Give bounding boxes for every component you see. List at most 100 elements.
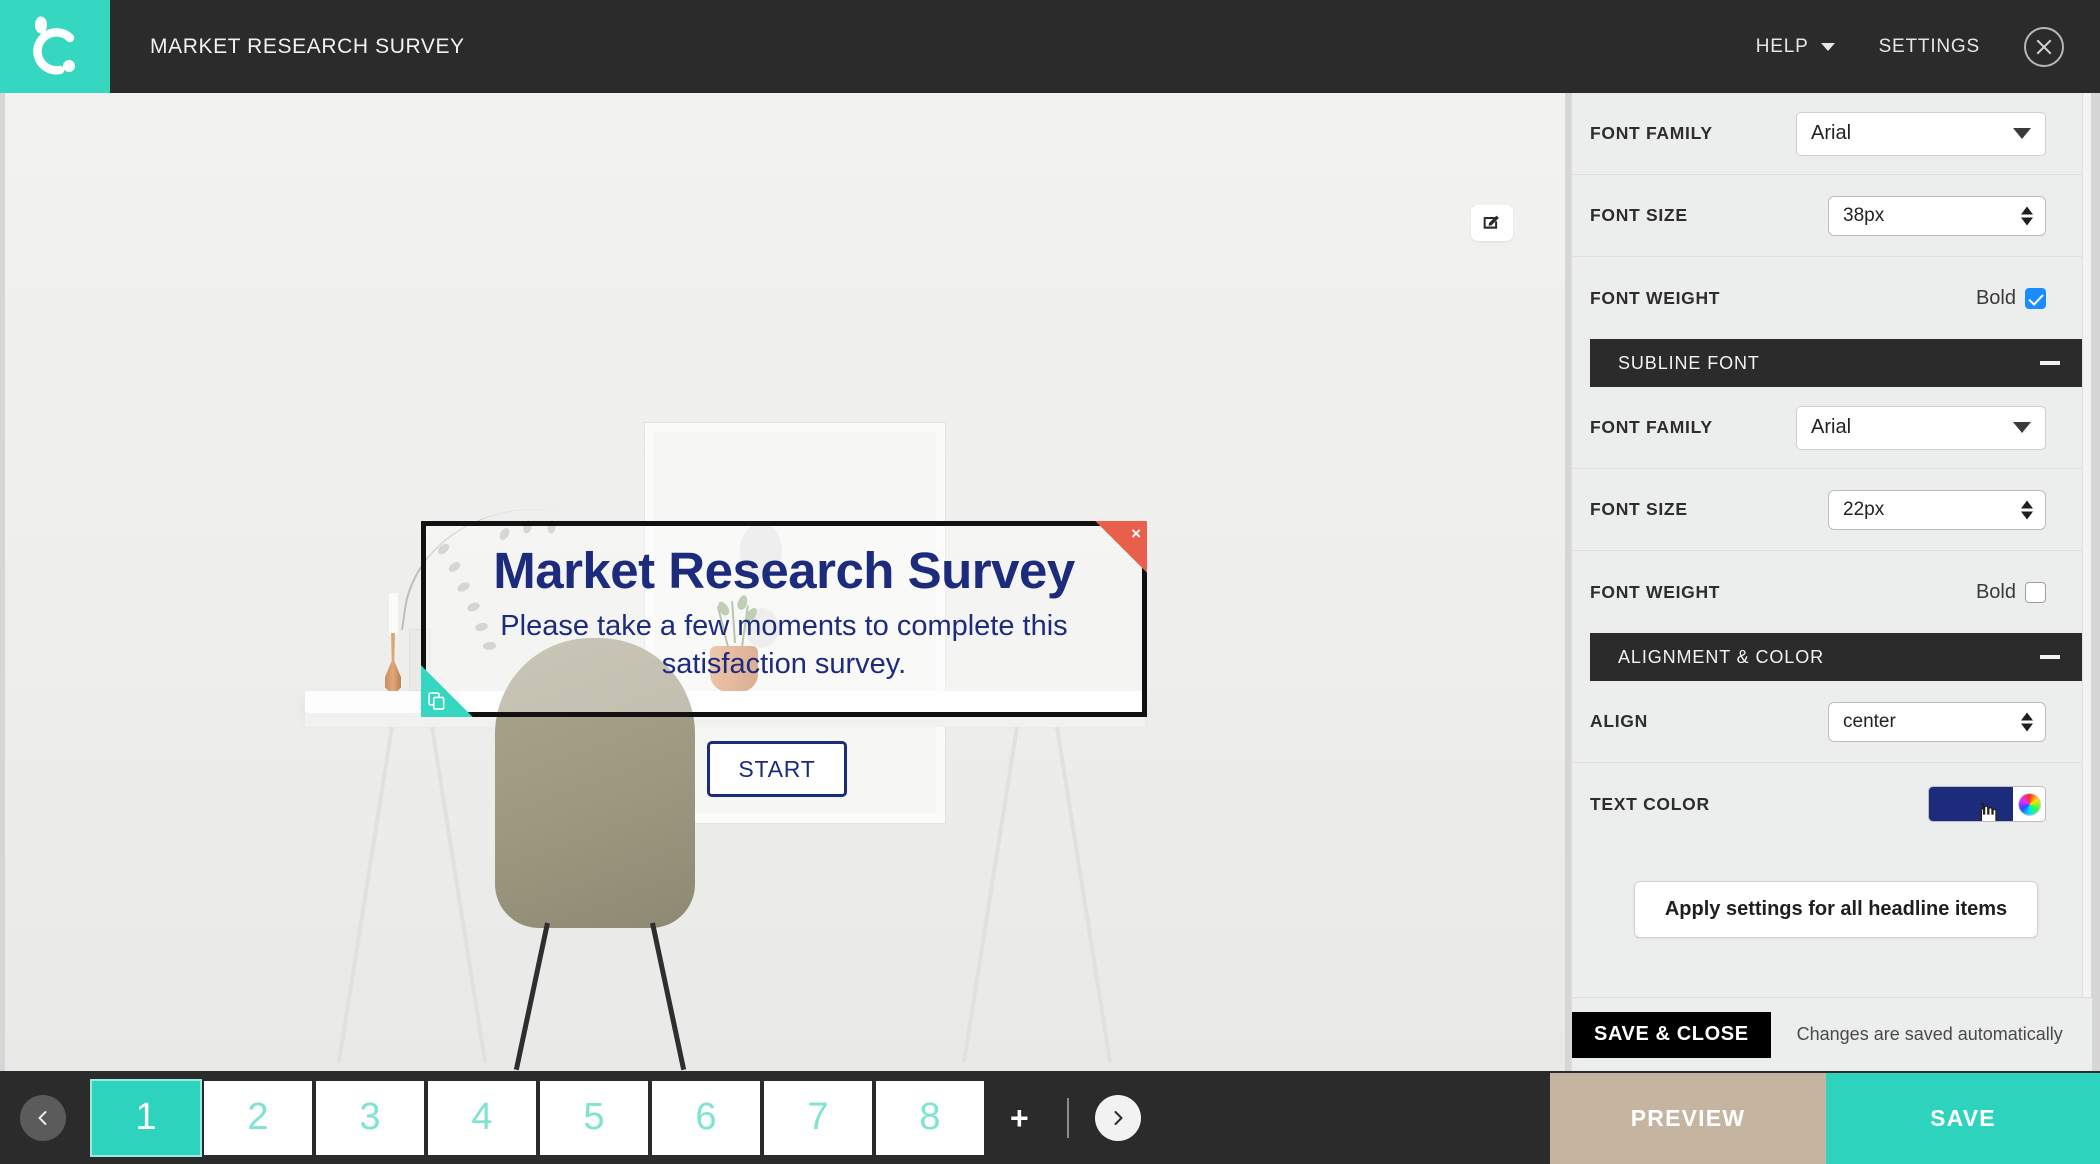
top-bar: MARKET RESEARCH SURVEY HELP SETTINGS — [0, 0, 2100, 93]
page-tile-2[interactable]: 2 — [204, 1080, 312, 1155]
chevron-down-icon — [2013, 422, 2031, 433]
headline-font-size-stepper[interactable]: 38px — [1828, 195, 2046, 236]
bold-label: Bold — [1975, 580, 2016, 603]
headline-text: Market Research Survey — [493, 542, 1075, 599]
close-icon: × — [1131, 524, 1141, 543]
color-wheel-icon — [2017, 792, 2041, 816]
edit-pencil-icon — [1483, 215, 1499, 229]
label-font-weight: FONT WEIGHT — [1590, 581, 1721, 602]
desk-leg — [1055, 726, 1113, 1064]
add-page-button[interactable]: + — [1010, 1102, 1029, 1134]
collapse-minus-icon[interactable] — [2040, 655, 2060, 659]
start-button[interactable]: START — [707, 741, 847, 797]
save-and-close-button[interactable]: SAVE & CLOSE — [1572, 1011, 1771, 1058]
desk-leg — [336, 726, 394, 1064]
close-icon[interactable] — [2024, 26, 2064, 67]
preview-button[interactable]: PREVIEW — [1550, 1073, 1826, 1164]
subline-bold-toggle[interactable]: Bold — [1976, 581, 2046, 604]
bold-checkbox[interactable] — [2025, 287, 2046, 309]
bold-checkbox[interactable] — [2025, 581, 2046, 603]
candle — [389, 593, 398, 635]
bold-label: Bold — [1975, 286, 2016, 309]
duplicate-block-button[interactable] — [421, 665, 473, 717]
align-value: center — [1843, 710, 1896, 732]
page-tile-4[interactable]: 4 — [428, 1080, 536, 1155]
row-subline-font-weight: FONT WEIGHT Bold — [1572, 551, 2082, 633]
help-label: HELP — [1755, 35, 1809, 57]
row-headline-font-family: FONT FAMILY Arial — [1572, 93, 2082, 175]
duplicate-icon — [428, 692, 445, 710]
page-title: MARKET RESEARCH SURVEY — [150, 34, 465, 58]
text-color-swatch[interactable] — [1929, 787, 2013, 821]
color-wheel-button[interactable] — [2013, 787, 2045, 821]
section-alignment-color-header[interactable]: ALIGNMENT & COLOR — [1590, 633, 2082, 681]
next-pages-button[interactable] — [1094, 1094, 1141, 1141]
label-font-size: FONT SIZE — [1590, 499, 1688, 519]
page-tile-3[interactable]: 3 — [316, 1080, 424, 1155]
row-headline-font-size: FONT SIZE 38px — [1572, 175, 2082, 257]
subline-text: Please take a few moments to complete th… — [500, 610, 1068, 680]
stepper-arrows-icon[interactable] — [2021, 206, 2033, 225]
chair-leg — [513, 922, 550, 1071]
desk-leg — [961, 726, 1019, 1064]
desk-leg — [430, 726, 488, 1064]
chevron-left-icon — [38, 1110, 47, 1125]
label-text-color: TEXT COLOR — [1590, 793, 1710, 814]
headline-font-family-value: Arial — [1811, 122, 1852, 144]
prev-pages-button[interactable] — [20, 1094, 66, 1141]
collapse-minus-icon[interactable] — [2040, 361, 2060, 365]
label-font-weight: FONT WEIGHT — [1590, 287, 1721, 308]
subline-font-family-value: Arial — [1811, 416, 1852, 438]
chair-leg — [650, 922, 687, 1071]
align-select[interactable]: center — [1828, 701, 2046, 742]
apply-settings-row: Apply settings for all headline items — [1572, 845, 2082, 938]
section-subline-font-header[interactable]: SUBLINE FONT — [1590, 339, 2082, 387]
bottom-bar: 1 2 3 4 5 6 7 8 + PREVIEW SAVE — [0, 1071, 2100, 1164]
headline-bold-toggle[interactable]: Bold — [1976, 287, 2046, 310]
brand-logo-icon — [33, 16, 75, 75]
headline-font-family-select[interactable]: Arial — [1796, 111, 2046, 156]
headline-font-size-value: 38px — [1843, 204, 1885, 226]
subline-font-family-select[interactable]: Arial — [1796, 405, 2046, 450]
page-tile-8[interactable]: 8 — [876, 1080, 984, 1155]
sidebar-scrollbar[interactable] — [2082, 93, 2091, 1071]
stepper-arrows-icon[interactable] — [2021, 712, 2033, 731]
save-button[interactable]: SAVE — [1826, 1073, 2100, 1164]
stepper-arrows-icon[interactable] — [2021, 500, 2033, 519]
toolbar-divider — [1066, 1097, 1069, 1138]
help-menu[interactable]: HELP — [1734, 36, 1857, 58]
page-tile-6[interactable]: 6 — [652, 1080, 760, 1155]
label-align: ALIGN — [1590, 711, 1648, 731]
app-root: MARKET RESEARCH SURVEY HELP SETTINGS Mar… — [0, 0, 2100, 1164]
page-tile-7[interactable]: 7 — [764, 1080, 872, 1155]
page-thumbnail-list: 1 2 3 4 5 6 7 8 — [90, 1078, 984, 1157]
row-text-color: TEXT COLOR — [1572, 763, 2082, 845]
chevron-down-icon — [2013, 128, 2031, 139]
subline-font-size-value: 22px — [1843, 498, 1885, 520]
save-close-bar: SAVE & CLOSE Changes are saved automatic… — [1572, 997, 2092, 1071]
row-subline-font-family: FONT FAMILY Arial — [1572, 387, 2082, 469]
subline-font-size-stepper[interactable]: 22px — [1828, 489, 2046, 530]
edit-slide-button[interactable] — [1471, 205, 1513, 241]
text-color-picker[interactable] — [1928, 786, 2046, 822]
top-bar-actions: HELP SETTINGS — [1734, 26, 2100, 67]
headline-text-block[interactable]: Market Research Survey Please take a few… — [421, 521, 1147, 717]
row-align: ALIGN center — [1572, 681, 2082, 763]
section-title: SUBLINE FONT — [1618, 352, 1760, 373]
row-headline-font-weight: FONT WEIGHT Bold — [1572, 257, 2082, 339]
candle-holder — [385, 633, 401, 691]
chevron-right-icon — [1114, 1110, 1123, 1125]
delete-block-button[interactable]: × — [1095, 521, 1147, 573]
app-logo[interactable] — [0, 0, 110, 93]
section-title: ALIGNMENT & COLOR — [1618, 646, 1825, 667]
slide-canvas[interactable]: Market Research Survey Please take a few… — [5, 93, 1565, 1071]
autosave-note: Changes are saved automatically — [1796, 1024, 2063, 1044]
chevron-down-icon — [1820, 42, 1835, 51]
page-tile-5[interactable]: 5 — [540, 1080, 648, 1155]
row-subline-font-size: FONT SIZE 22px — [1572, 469, 2082, 551]
properties-sidebar: FONT FAMILY Arial FONT SIZE 38px FONT WE… — [1571, 93, 2092, 1071]
apply-settings-button[interactable]: Apply settings for all headline items — [1633, 881, 2039, 938]
page-tile-1[interactable]: 1 — [90, 1078, 202, 1157]
sidebar-scroll-area: FONT FAMILY Arial FONT SIZE 38px FONT WE… — [1572, 93, 2082, 1071]
settings-menu[interactable]: SETTINGS — [1857, 36, 2002, 58]
